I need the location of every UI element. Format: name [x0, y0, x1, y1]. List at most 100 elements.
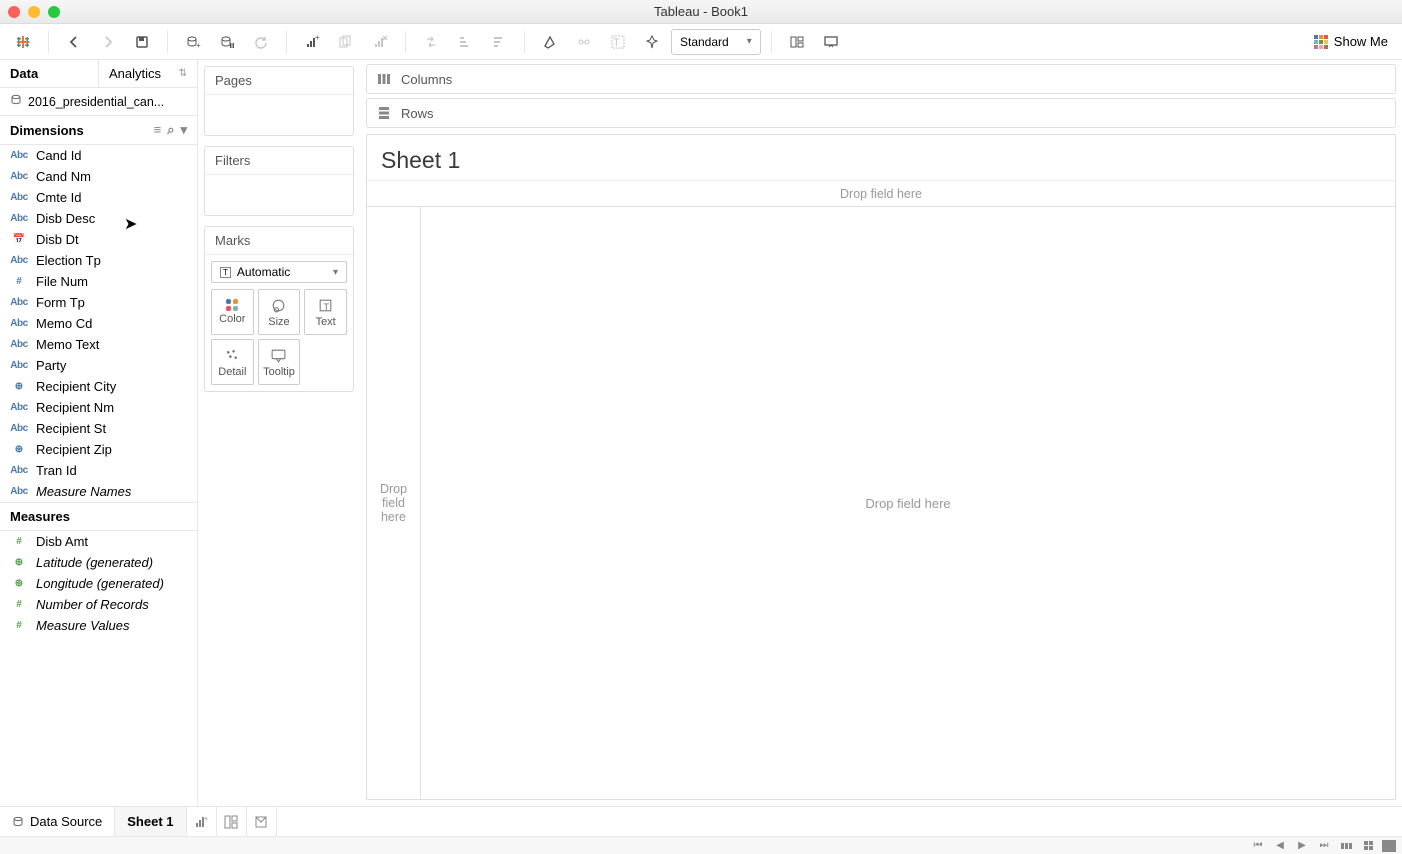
- rows-drop-zone[interactable]: Drop field here: [367, 207, 421, 799]
- field-label: Cand Id: [36, 148, 82, 163]
- columns-drop-zone[interactable]: Drop field here: [367, 181, 1395, 207]
- data-source-tab[interactable]: Data Source: [0, 807, 115, 836]
- new-worksheet-tab-button[interactable]: +: [187, 807, 217, 836]
- close-window-icon[interactable]: [8, 6, 20, 18]
- datasource-item[interactable]: 2016_presidential_can...: [0, 88, 197, 116]
- back-button[interactable]: [59, 28, 89, 56]
- sort-ascending-button[interactable]: [450, 28, 480, 56]
- datasource-icon: [12, 816, 24, 828]
- measure-field[interactable]: ⊕Latitude (generated): [0, 552, 197, 573]
- fit-dropdown[interactable]: Standard ▾: [671, 29, 761, 55]
- mark-text-button[interactable]: T Text: [304, 289, 347, 335]
- prev-page-icon[interactable]: ◀: [1272, 839, 1288, 853]
- dimension-field[interactable]: AbcParty: [0, 355, 197, 376]
- data-tab-label: Data: [10, 66, 38, 81]
- filmstrip-view-icon[interactable]: [1338, 839, 1354, 853]
- dimension-field[interactable]: AbcRecipient St: [0, 418, 197, 439]
- measure-field[interactable]: #Number of Records: [0, 594, 197, 615]
- last-page-icon[interactable]: ⏭: [1316, 839, 1332, 853]
- show-me-button[interactable]: Show Me: [1308, 30, 1394, 53]
- duplicate-sheet-button[interactable]: [331, 28, 361, 56]
- dimension-field[interactable]: AbcMemo Cd: [0, 313, 197, 334]
- dimension-field[interactable]: AbcTran Id: [0, 460, 197, 481]
- measures-header: Measures: [0, 502, 197, 531]
- save-button[interactable]: [127, 28, 157, 56]
- dimension-field[interactable]: AbcForm Tp: [0, 292, 197, 313]
- dimension-field[interactable]: 📅Disb Dt: [0, 229, 197, 250]
- shelves-column: Pages Filters Marks T Automatic ▾: [198, 60, 360, 806]
- dimension-field[interactable]: AbcCmte Id: [0, 187, 197, 208]
- field-label: Recipient City: [36, 379, 116, 394]
- new-dashboard-tab-button[interactable]: [217, 807, 247, 836]
- pause-updates-button[interactable]: [212, 28, 242, 56]
- clear-sheet-button[interactable]: [365, 28, 395, 56]
- show-mark-labels-button[interactable]: T: [603, 28, 633, 56]
- dimension-field[interactable]: AbcMemo Text: [0, 334, 197, 355]
- analytics-tab[interactable]: Analytics⇅: [99, 60, 197, 87]
- tabs-view-icon[interactable]: [1382, 840, 1396, 852]
- next-page-icon[interactable]: ▶: [1294, 839, 1310, 853]
- swap-rows-columns-button[interactable]: [416, 28, 446, 56]
- field-label: Measure Names: [36, 484, 131, 499]
- main-drop-zone[interactable]: Drop field here: [421, 207, 1395, 799]
- sheet-canvas[interactable]: Sheet 1 Drop field here Drop field here …: [366, 134, 1396, 800]
- new-worksheet-button[interactable]: +: [297, 28, 327, 56]
- dimensions-list: AbcCand IdAbcCand NmAbcCmte IdAbcDisb De…: [0, 145, 197, 502]
- toolbar-separator: [48, 31, 49, 53]
- pages-shelf[interactable]: Pages: [204, 66, 354, 136]
- dimension-field[interactable]: AbcDisb Desc: [0, 208, 197, 229]
- sort-descending-button[interactable]: [484, 28, 514, 56]
- data-tab[interactable]: Data: [0, 60, 99, 87]
- dimension-field[interactable]: AbcRecipient Nm: [0, 397, 197, 418]
- menu-icon[interactable]: ▾: [180, 122, 187, 138]
- mark-detail-button[interactable]: Detail: [211, 339, 254, 385]
- measure-field[interactable]: ⊕Longitude (generated): [0, 573, 197, 594]
- toolbar-separator: [405, 31, 406, 53]
- marks-shelf-title: Marks: [205, 227, 353, 255]
- field-label: Number of Records: [36, 597, 149, 612]
- columns-icon: [377, 72, 391, 86]
- presentation-mode-button[interactable]: [816, 28, 846, 56]
- filters-shelf[interactable]: Filters: [204, 146, 354, 216]
- measures-header-label: Measures: [10, 509, 70, 524]
- forward-button[interactable]: [93, 28, 123, 56]
- dimension-field[interactable]: AbcMeasure Names: [0, 481, 197, 502]
- sheet-sorter-view-icon[interactable]: [1360, 839, 1376, 853]
- traffic-lights: [8, 6, 60, 18]
- field-label: Disb Desc: [36, 211, 95, 226]
- maximize-window-icon[interactable]: [48, 6, 60, 18]
- chevron-down-icon: ▾: [333, 267, 338, 278]
- mark-tooltip-button[interactable]: Tooltip: [258, 339, 301, 385]
- view-area: Columns Rows Sheet 1 Drop field here Dro…: [360, 60, 1402, 806]
- new-datasource-button[interactable]: +: [178, 28, 208, 56]
- new-story-tab-button[interactable]: [247, 807, 277, 836]
- rows-shelf[interactable]: Rows: [366, 98, 1396, 128]
- minimize-window-icon[interactable]: [28, 6, 40, 18]
- search-icon[interactable]: ⌕: [167, 122, 174, 138]
- marks-type-dropdown[interactable]: T Automatic ▾: [211, 261, 347, 283]
- sheet-title[interactable]: Sheet 1: [367, 135, 1395, 181]
- dimension-field[interactable]: ⊕Recipient Zip: [0, 439, 197, 460]
- measure-field[interactable]: #Measure Values: [0, 615, 197, 636]
- pages-shelf-title: Pages: [205, 67, 353, 95]
- show-cards-button[interactable]: [782, 28, 812, 56]
- dimension-field[interactable]: AbcElection Tp: [0, 250, 197, 271]
- measure-field[interactable]: #Disb Amt: [0, 531, 197, 552]
- dimension-field[interactable]: #File Num: [0, 271, 197, 292]
- first-page-icon[interactable]: ⏮: [1250, 839, 1266, 853]
- dimension-field[interactable]: AbcCand Id: [0, 145, 197, 166]
- group-button[interactable]: [569, 28, 599, 56]
- highlight-button[interactable]: [535, 28, 565, 56]
- sheet-tab[interactable]: Sheet 1: [115, 807, 186, 836]
- columns-shelf[interactable]: Columns: [366, 64, 1396, 94]
- mark-color-button[interactable]: Color: [211, 289, 254, 335]
- refresh-button[interactable]: [246, 28, 276, 56]
- pin-button[interactable]: [637, 28, 667, 56]
- dimension-field[interactable]: ⊕Recipient City: [0, 376, 197, 397]
- field-label: Measure Values: [36, 618, 129, 633]
- sheet-tab-label: Sheet 1: [127, 814, 173, 829]
- mark-size-button[interactable]: Size: [258, 289, 301, 335]
- tableau-logo-icon[interactable]: [8, 28, 38, 56]
- view-list-icon[interactable]: ≡: [154, 122, 162, 138]
- dimension-field[interactable]: AbcCand Nm: [0, 166, 197, 187]
